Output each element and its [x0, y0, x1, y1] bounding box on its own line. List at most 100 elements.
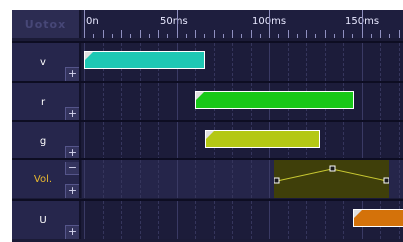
sequencer-window: Uotox 0n 50ms 100ms 150ms v + r +: [12, 10, 403, 242]
grid-line: [250, 160, 252, 198]
add-button[interactable]: +: [65, 67, 79, 81]
grid-line: [232, 160, 233, 198]
ruler-tick: [213, 30, 215, 38]
grid-line: [102, 201, 104, 239]
ruler-tick: [296, 34, 298, 38]
track-name: r: [40, 96, 46, 108]
track-lane-v[interactable]: [82, 43, 403, 81]
ruler-tick: [139, 30, 141, 38]
note-block[interactable]: [195, 91, 354, 109]
grid-line: [139, 160, 141, 198]
note-block[interactable]: [205, 130, 320, 148]
grid-line: [250, 201, 252, 239]
ruler-tick: [269, 10, 270, 38]
ruler-tick: [204, 34, 206, 38]
track-name: Vol.: [33, 173, 53, 185]
grid-line: [380, 122, 381, 160]
track-header-v[interactable]: v +: [12, 43, 81, 81]
ruler-tick: [343, 30, 344, 38]
grid-line: [213, 201, 215, 239]
grid-line: [176, 122, 178, 160]
add-button[interactable]: +: [65, 107, 79, 121]
grid-line: [102, 160, 104, 198]
timeline-ruler-row: Uotox 0n 50ms 100ms 150ms: [12, 10, 403, 38]
ruler-tick: [111, 34, 113, 38]
grid-line: [250, 43, 252, 81]
ruler-label-0: 0n: [86, 16, 99, 27]
grid-line: [398, 43, 400, 81]
track-lane-g[interactable]: [82, 122, 403, 160]
grid-line: [195, 122, 196, 160]
track-header-g[interactable]: g +: [12, 122, 81, 160]
ruler-tick: [259, 34, 261, 38]
ruler-tick: [370, 34, 372, 38]
ruler-label-50ms: 50ms: [160, 16, 188, 27]
ruler-tick: [185, 34, 187, 38]
grid-line: [380, 43, 381, 81]
track-v: v +: [12, 41, 403, 81]
grid-line: [84, 83, 85, 121]
ruler-tick: [324, 30, 326, 38]
grid-line: [121, 83, 122, 121]
grid-line: [102, 122, 104, 160]
note-handle-icon[interactable]: [196, 92, 204, 100]
ruler-tick: [278, 34, 280, 38]
ruler-tick: [93, 34, 95, 38]
envelope-point-start[interactable]: [273, 177, 280, 184]
grid-line: [324, 122, 326, 160]
grid-line: [343, 201, 344, 239]
app-title: Uotox: [12, 10, 81, 38]
grid-line: [176, 83, 178, 121]
ruler-tick: [398, 30, 400, 38]
time-ruler[interactable]: 0n 50ms 100ms 150ms: [82, 10, 403, 38]
ruler-tick: [333, 34, 335, 38]
grid-line: [102, 83, 104, 121]
grid-line: [158, 160, 159, 198]
track-lane-u[interactable]: [82, 201, 403, 239]
ruler-tick: [287, 30, 289, 38]
grid-line: [195, 201, 196, 239]
grid-line: [232, 201, 233, 239]
add-button[interactable]: +: [65, 184, 79, 198]
grid-line: [195, 160, 196, 198]
volume-envelope[interactable]: [273, 160, 390, 198]
track-header-volume[interactable]: Vol. − +: [12, 160, 81, 198]
grid-line: [232, 43, 233, 81]
ruler-tick: [84, 10, 85, 38]
note-block[interactable]: [353, 209, 403, 227]
grid-line: [398, 83, 400, 121]
grid-line: [343, 122, 344, 160]
ruler-tick: [241, 34, 243, 38]
grid-line: [84, 160, 85, 198]
envelope-point-end[interactable]: [383, 177, 390, 184]
grid-line: [213, 160, 215, 198]
grid-line: [361, 43, 363, 81]
grid-line: [324, 201, 326, 239]
track-name: v: [40, 56, 46, 68]
grid-line: [121, 122, 122, 160]
note-handle-icon[interactable]: [354, 210, 362, 218]
track-lane-r[interactable]: [82, 83, 403, 121]
grid-line: [269, 160, 270, 198]
remove-button[interactable]: −: [65, 162, 79, 175]
note-handle-icon[interactable]: [206, 131, 214, 139]
grid-line: [158, 201, 159, 239]
note-block[interactable]: [84, 51, 205, 69]
grid-line: [158, 122, 159, 160]
ruler-tick: [250, 30, 252, 38]
ruler-tick: [361, 10, 363, 38]
track-r: r +: [12, 81, 403, 121]
ruler-tick: [222, 34, 224, 38]
note-handle-icon[interactable]: [85, 52, 93, 60]
track-name: U: [39, 214, 47, 226]
grid-line: [361, 122, 363, 160]
ruler-tick: [121, 30, 122, 38]
envelope-point-peak[interactable]: [329, 165, 336, 172]
add-button[interactable]: +: [65, 225, 79, 239]
track-header-u[interactable]: U +: [12, 201, 81, 239]
track-header-r[interactable]: r +: [12, 83, 81, 121]
grid-line: [287, 201, 289, 239]
track-lane-volume[interactable]: [82, 160, 403, 198]
grid-line: [306, 201, 307, 239]
grid-line: [84, 201, 85, 239]
